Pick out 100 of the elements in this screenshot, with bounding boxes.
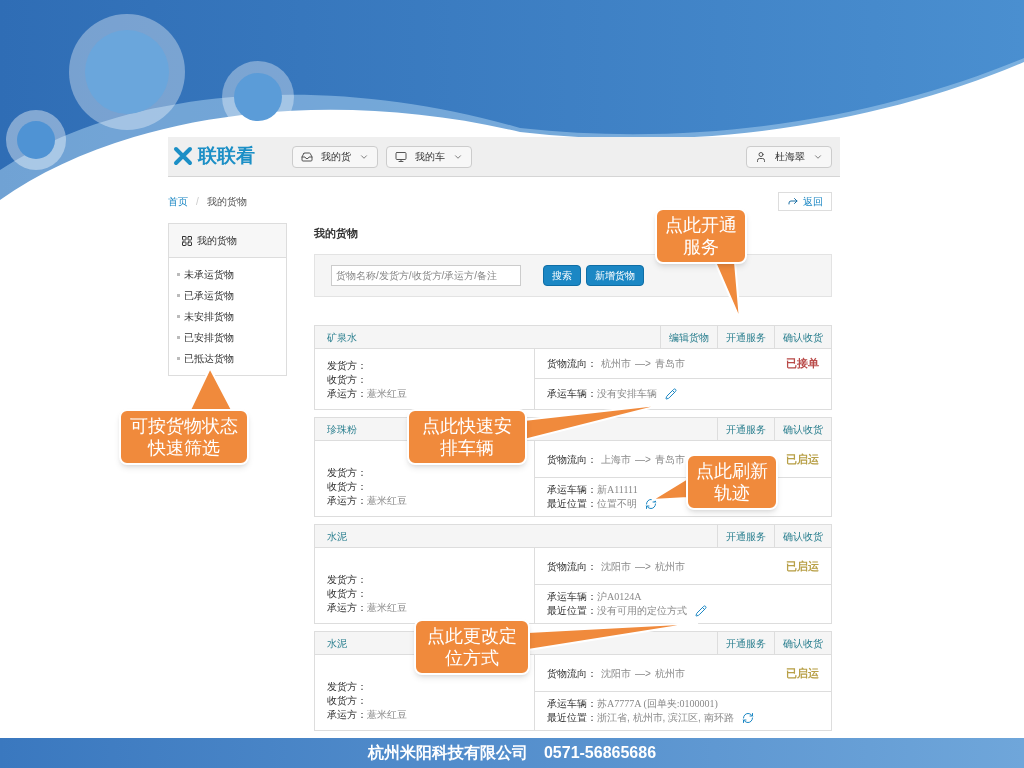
shipper-label: 发货方： [327,680,367,694]
action-link[interactable]: 开通服务 [717,326,774,348]
brand-name: 联联看 [198,144,255,169]
search-field[interactable]: 货物名称/发货方/收货方/承运方/备注 [331,265,521,286]
action-link[interactable]: 确认收货 [774,525,831,547]
vehicle-value: 没有安排车辆 [597,387,657,401]
vehicle-label: 承运车辆： [547,590,597,604]
status-label: 已启运 [786,665,819,681]
grid-icon [181,234,193,247]
nav-dropdown[interactable]: 我的货 [292,145,378,168]
route-destination: 青岛市 [654,452,685,467]
shipper-label: 发货方： [327,466,367,480]
cargo-name: 水泥 [327,636,347,651]
route-arrow: —> [635,452,651,467]
breadcrumb-link[interactable]: 我的货物 [206,193,247,209]
action-link[interactable]: 开通服务 [717,418,774,440]
route-label: 货物流向： [547,559,597,574]
bullet-icon [177,315,180,318]
location-value: 位置不明 [597,497,637,511]
route-destination: 杭州市 [654,666,685,681]
refresh-icon[interactable] [645,498,657,510]
status-label: 已接单 [786,356,819,372]
callout-bubble: 点此刷新轨迹 [686,454,778,510]
receiver-label: 收货方： [327,694,367,708]
receiver-label: 收货方： [327,373,367,387]
action-link[interactable]: 确认收货 [774,632,831,654]
carrier-label: 承运方： [327,494,367,508]
bullet-icon [177,357,180,360]
action-button[interactable]: 新增货物 [586,265,644,286]
status-label: 已启运 [786,451,819,467]
phone-number: 0571-56865686 [543,743,657,763]
sidebar-item[interactable]: 未安排货物 [184,309,234,324]
bullet-icon [177,336,180,339]
callout-bubble: 点此快速安排车辆 [407,409,527,465]
route-label: 货物流向： [547,452,597,467]
carrier-label: 承运方： [327,708,367,722]
route-origin: 沈阳市 [601,666,631,681]
user-menu[interactable]: 杜海翠 [746,145,832,168]
route-label: 货物流向： [547,357,597,371]
cargo-name: 水泥 [327,529,347,544]
bullet-icon [177,294,180,297]
route-arrow: —> [635,666,651,681]
callout-bubble: 点此更改定位方式 [414,619,530,675]
bullet-icon [177,273,180,276]
action-link[interactable]: 编辑货物 [660,326,717,348]
carrier-label: 承运方： [327,601,367,615]
cargo-name: 矿泉水 [327,330,357,345]
nav-dropdown[interactable]: 我的车 [386,145,472,168]
location-value: 没有可用的定位方式 [597,604,687,618]
action-link[interactable]: 确认收货 [774,418,831,440]
location-label: 最近位置： [547,497,597,511]
shipper-label: 发货方： [327,359,367,373]
route-origin: 杭州市 [601,357,631,371]
cargo-name: 珍珠粉 [327,422,357,437]
receiver-label: 收货方： [327,587,367,601]
pencil-icon[interactable] [695,605,707,617]
sidebar-item[interactable]: 已抵达货物 [184,351,234,366]
inbox-icon [301,150,313,163]
logo-icon [172,145,194,168]
refresh-icon[interactable] [741,712,754,724]
action-link[interactable]: 确认收货 [774,326,831,348]
carrier-value: 薏米红豆 [367,708,407,722]
route-arrow: —> [635,357,651,371]
route-label: 货物流向： [547,666,597,681]
route-origin: 上海市 [601,452,631,467]
sidebar-item[interactable]: 未承运货物 [184,267,234,282]
back-button[interactable]: 返回 [778,191,832,211]
carrier-value: 薏米红豆 [367,601,407,615]
action-link[interactable]: 开通服务 [717,525,774,547]
vehicle-value: 新A11111 [597,483,638,497]
route-arrow: —> [635,559,651,574]
action-link[interactable]: 开通服务 [717,632,774,654]
sidebar-item[interactable]: 已安排货物 [184,330,234,345]
pencil-icon[interactable] [665,388,677,400]
vehicle-label: 承运车辆： [547,387,597,401]
status-label: 已启运 [786,558,819,574]
location-label: 最近位置： [547,711,597,725]
breadcrumb-link[interactable]: 首页 [168,193,188,209]
shipper-label: 发货方： [327,573,367,587]
carrier-value: 薏米红豆 [367,387,407,401]
location-value: 浙江省, 杭州市, 滨江区, 南环路 [597,711,734,725]
forward-icon [787,195,799,207]
breadcrumb-separator: / [196,194,199,209]
sidebar-item[interactable]: 已承运货物 [184,288,234,303]
action-button[interactable]: 搜索 [543,265,581,286]
page-title: 我的货物 [314,226,358,241]
route-origin: 沈阳市 [601,559,631,574]
vehicle-value: 苏A7777A (回单夹:0100001) [597,697,718,711]
vehicle-value: 沪A0124A [597,590,642,604]
receiver-label: 收货方： [327,480,367,494]
carrier-value: 薏米红豆 [367,494,407,508]
route-destination: 青岛市 [654,357,685,371]
user-icon [755,150,767,163]
vehicle-label: 承运车辆： [547,697,597,711]
location-label: 最近位置： [547,604,597,618]
carrier-label: 承运方： [327,387,367,401]
route-destination: 杭州市 [654,559,685,574]
company-name: 杭州米阳科技有限公司 [367,743,528,763]
vehicle-label: 承运车辆： [547,483,597,497]
monitor-icon [395,150,407,163]
